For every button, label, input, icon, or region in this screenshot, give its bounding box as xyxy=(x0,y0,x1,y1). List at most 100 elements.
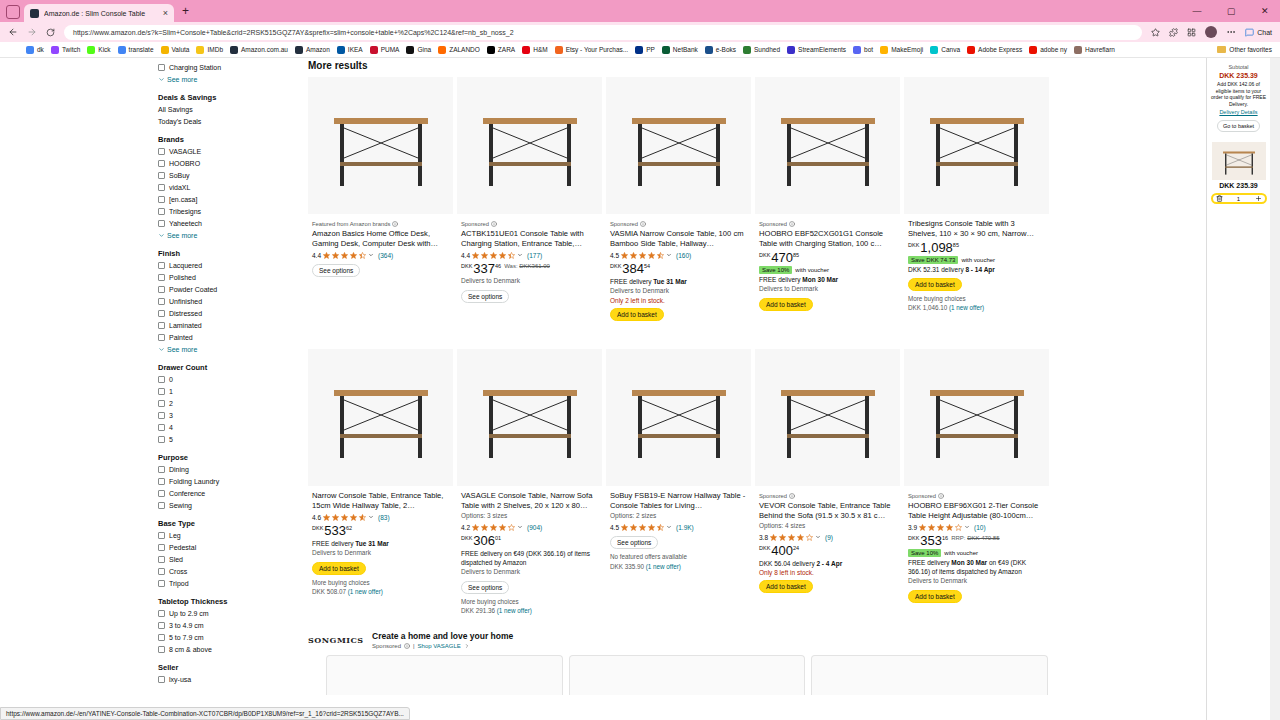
filter-item[interactable]: lxy-usa xyxy=(158,673,298,685)
add-to-basket-button[interactable]: Add to basket xyxy=(759,298,813,311)
filter-item[interactable]: SoBuy xyxy=(158,169,298,181)
filter-item[interactable]: Today's Deals xyxy=(158,115,298,127)
add-to-basket-button[interactable]: Add to basket xyxy=(759,580,813,593)
product-card[interactable]: SponsoredVASMIA Narrow Console Table, 10… xyxy=(606,77,751,345)
product-title[interactable]: VASMIA Narrow Console Table, 100 cm Bamb… xyxy=(610,229,747,249)
banner-product-tile[interactable] xyxy=(811,655,1048,695)
product-card[interactable]: Narrow Console Table, Entrance Table, 15… xyxy=(308,349,453,617)
chevron-down-icon[interactable] xyxy=(815,534,821,540)
bookmark[interactable]: Twitch xyxy=(51,46,80,54)
bookmark[interactable]: adobe ny xyxy=(1029,46,1067,54)
checkbox[interactable] xyxy=(158,580,165,587)
product-card[interactable]: Tribesigns Console Table with 3 Shelves,… xyxy=(904,77,1049,345)
checkbox[interactable] xyxy=(158,490,165,497)
filter-item[interactable]: 0 xyxy=(158,373,298,385)
filter-item[interactable]: Sewing xyxy=(158,499,298,511)
checkbox[interactable] xyxy=(158,622,165,629)
favorite-star-icon[interactable] xyxy=(1151,28,1160,37)
banner-product-tile[interactable] xyxy=(326,655,563,695)
filter-item[interactable]: 3 xyxy=(158,409,298,421)
chat-button[interactable]: Chat xyxy=(1245,28,1272,37)
shop-brand-link[interactable]: Shop VASAGLE xyxy=(418,643,461,649)
filter-item[interactable]: Dining xyxy=(158,463,298,475)
filter-item[interactable]: 1 xyxy=(158,385,298,397)
filter-item[interactable]: Sled xyxy=(158,553,298,565)
checkbox[interactable] xyxy=(158,388,165,395)
bookmark[interactable]: Sundhed xyxy=(743,46,780,54)
add-to-basket-button[interactable]: Add to basket xyxy=(610,308,664,321)
see-options-button[interactable]: See options xyxy=(312,264,360,277)
filter-item[interactable]: Powder Coated xyxy=(158,283,298,295)
filter-item[interactable]: 2 xyxy=(158,397,298,409)
filter-item[interactable]: Polished xyxy=(158,271,298,283)
checkbox[interactable] xyxy=(158,568,165,575)
product-image[interactable] xyxy=(308,349,453,486)
product-image[interactable] xyxy=(606,349,751,486)
quantity-stepper[interactable]: 1 xyxy=(1211,193,1267,204)
more-buying-choices[interactable]: DKK 335.90 (1 new offer) xyxy=(610,562,747,571)
banner-product-tile[interactable] xyxy=(569,655,806,695)
chevron-down-icon[interactable] xyxy=(666,252,672,258)
product-rating[interactable]: 4.4(364) xyxy=(312,250,449,260)
info-icon[interactable] xyxy=(789,221,795,227)
bookmark[interactable]: PP xyxy=(635,46,655,54)
see-more-link[interactable]: See more xyxy=(158,343,298,355)
collections-icon[interactable] xyxy=(1187,28,1196,37)
bookmark[interactable]: Valuta xyxy=(161,46,190,54)
product-rating[interactable]: 4.4(177) xyxy=(461,250,598,260)
see-more-link[interactable]: See more xyxy=(158,73,298,85)
checkbox[interactable] xyxy=(158,64,165,71)
plus-icon[interactable] xyxy=(1255,195,1262,202)
see-more-link[interactable]: See more xyxy=(158,229,298,241)
address-bar[interactable]: https://www.amazon.de/s?k=Slim+Console+T… xyxy=(64,25,1142,40)
product-image[interactable] xyxy=(904,349,1049,486)
info-icon[interactable] xyxy=(392,221,398,227)
bookmark[interactable]: ZARA xyxy=(487,46,515,54)
checkbox[interactable] xyxy=(158,196,165,203)
filter-item[interactable]: Painted xyxy=(158,331,298,343)
checkbox[interactable] xyxy=(158,400,165,407)
checkbox[interactable] xyxy=(158,274,165,281)
bookmark[interactable]: NetBank xyxy=(662,46,698,54)
product-rating[interactable]: 4.6(83) xyxy=(312,512,449,522)
reload-icon[interactable] xyxy=(46,28,55,37)
checkbox[interactable] xyxy=(158,502,165,509)
checkbox[interactable] xyxy=(158,424,165,431)
bookmark[interactable]: e-Boks xyxy=(705,46,736,54)
product-options[interactable]: Options: 2 sizes xyxy=(610,512,747,521)
product-card[interactable]: SponsoredACTBK151UE01 Console Table with… xyxy=(457,77,602,345)
more-buying-choices[interactable]: More buying choicesDKK 291.36 (1 new off… xyxy=(461,597,598,615)
checkbox[interactable] xyxy=(158,160,165,167)
product-title[interactable]: SoBuy FSB19-E Narrow Hallway Table - Con… xyxy=(610,491,747,511)
product-options[interactable]: Options: 4 sizes xyxy=(759,522,896,531)
checkbox[interactable] xyxy=(158,172,165,179)
checkbox[interactable] xyxy=(158,208,165,215)
see-options-button[interactable]: See options xyxy=(461,290,509,303)
product-card[interactable]: SponsoredVEVOR Console Table, Entrance T… xyxy=(755,349,900,617)
bookmark[interactable]: bot xyxy=(853,46,873,54)
bookmark[interactable]: Adobe Express xyxy=(967,46,1022,54)
checkbox[interactable] xyxy=(158,466,165,473)
product-title[interactable]: ACTBK151UE01 Console Table with Charging… xyxy=(461,229,598,249)
menu-icon[interactable] xyxy=(1226,27,1236,37)
more-buying-choices[interactable]: More buying choicesDKK 508.07 (1 new off… xyxy=(312,578,449,596)
browser-tab[interactable]: Amazon.de : Slim Console Table× xyxy=(24,4,174,22)
filter-item[interactable]: Laminated xyxy=(158,319,298,331)
product-options[interactable]: Options: 3 sizes xyxy=(461,512,598,521)
product-rating[interactable]: 4.5(160) xyxy=(610,250,747,260)
scrollbar[interactable] xyxy=(1270,58,1280,720)
bookmark[interactable]: Kick xyxy=(87,46,110,54)
bookmark[interactable]: Gina xyxy=(406,46,431,54)
product-title[interactable]: Amazon Basics Home Office Desk, Gaming D… xyxy=(312,229,449,249)
filter-item[interactable]: Up to 2.9 cm xyxy=(158,607,298,619)
bookmark[interactable]: StreamElements xyxy=(787,46,846,54)
chevron-down-icon[interactable] xyxy=(368,252,374,258)
trash-icon[interactable] xyxy=(1216,195,1223,202)
product-card[interactable]: SponsoredHOOBRO EBF52CXG01G1 Console Tab… xyxy=(755,77,900,345)
checkbox[interactable] xyxy=(158,286,165,293)
go-to-basket-button[interactable]: Go to basket xyxy=(1217,120,1260,132)
info-icon[interactable] xyxy=(404,643,410,649)
checkbox[interactable] xyxy=(158,646,165,653)
checkbox[interactable] xyxy=(158,532,165,539)
product-image[interactable] xyxy=(457,77,602,214)
